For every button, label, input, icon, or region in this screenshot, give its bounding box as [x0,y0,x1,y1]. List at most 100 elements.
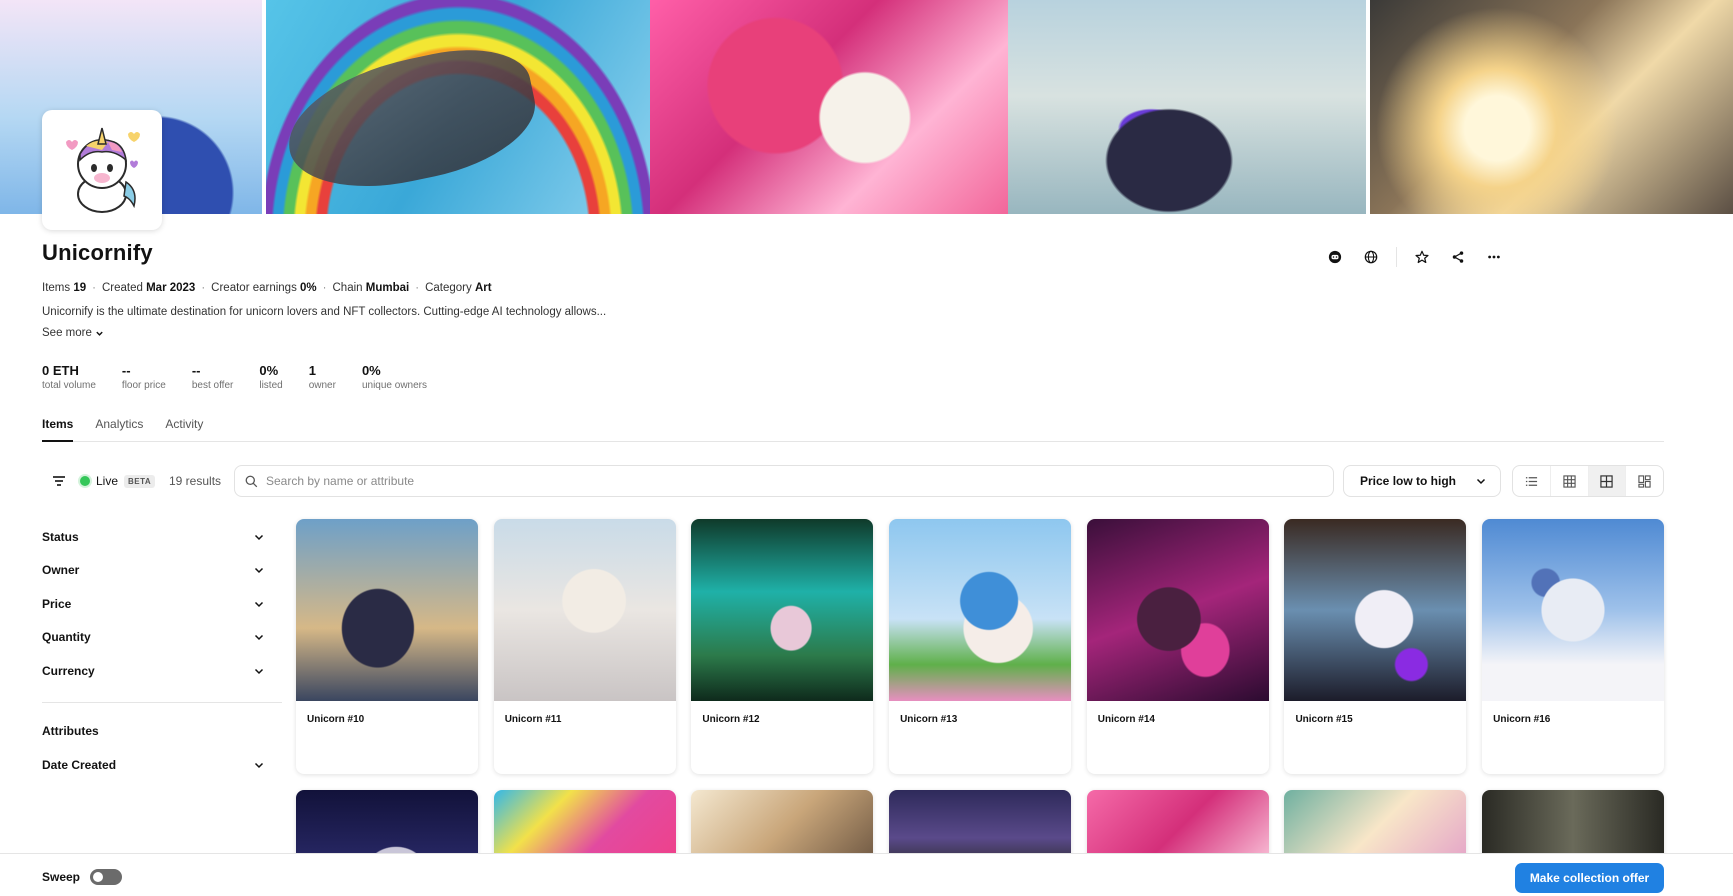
view-mode-switcher [1512,465,1664,497]
meta-separator: · [201,282,206,294]
chevron-down-icon [254,534,264,540]
grid-small-button[interactable] [1551,466,1589,496]
meta-separator: · [415,282,420,294]
make-collection-offer-button[interactable]: Make collection offer [1515,863,1664,893]
header-divider [1396,247,1397,267]
item-card[interactable]: Unicorn #13 [889,519,1072,774]
chevron-down-icon [254,568,264,574]
live-indicator: Live BETA [80,474,156,488]
stat-total-volume: 0 ETH total volume [42,363,96,391]
stat-listed: 0% listed [259,363,283,391]
item-image [1086,519,1269,701]
filter-quantity[interactable]: Quantity [42,621,282,655]
chevron-down-icon [254,762,264,768]
meta-items: Items 19 [42,282,87,294]
list-view-button[interactable] [1513,466,1551,496]
meta-category: Category Art [425,282,492,294]
bottom-action-bar: Sweep Make collection offer [0,853,1733,896]
stat-floor-price: -- floor price [121,363,166,391]
item-image [691,519,874,701]
banner-image-2 [266,0,650,214]
item-name: Unicorn #13 [900,714,958,725]
filter-currency[interactable]: Currency [42,654,282,688]
grid-large-button[interactable] [1626,466,1663,496]
item-card[interactable]: Unicorn #14 [1086,519,1269,774]
collection-avatar [42,110,162,230]
collection-banner [0,0,1733,214]
discord-icon[interactable] [1324,246,1346,268]
filter-toggle-button[interactable] [48,472,70,490]
banner-image-4 [1008,0,1366,214]
chevron-down-icon [96,331,103,336]
item-card[interactable]: Unicorn #10 [296,519,478,774]
filter-status[interactable]: Status [42,520,282,554]
item-image [296,519,478,701]
filter-label: Date Created [42,757,117,772]
item-image [1284,519,1467,701]
see-more-link[interactable]: See more [42,327,104,339]
filter-label: Price [42,596,72,611]
tab-items[interactable]: Items [42,414,74,442]
chevron-down-icon [254,668,264,674]
stat-owner: 1 owner [308,363,336,391]
chevron-down-icon [254,635,264,641]
sweep-label: Sweep [42,870,81,884]
sweep-toggle[interactable] [90,869,123,885]
filter-date-created[interactable]: Date Created [42,748,282,782]
grid-medium-button[interactable] [1588,466,1627,496]
grid-medium-icon [1600,474,1614,488]
filter-label: Currency [42,663,95,678]
collection-stats: 0 ETH total volume -- floor price -- best o… [42,363,453,391]
more-icon[interactable] [1483,246,1505,268]
item-name: Unicorn #15 [1295,714,1353,725]
item-image [889,519,1072,701]
filter-price[interactable]: Price [42,587,282,621]
sidebar-divider [42,701,282,703]
filter-sidebar: Status Owner Price Quantity Currency Att… [42,520,282,782]
stat-best-offer: -- best offer [191,363,234,391]
website-icon[interactable] [1360,246,1382,268]
beta-badge: BETA [124,474,156,488]
meta-created: Created Mar 2023 [101,282,196,294]
grid-small-icon [1562,474,1576,488]
item-name: Unicorn #16 [1493,714,1551,725]
tab-activity[interactable]: Activity [165,414,203,442]
header-actions [1324,246,1505,268]
filter-label: Status [42,529,79,544]
grid-large-icon [1638,474,1651,488]
item-name: Unicorn #12 [702,714,760,725]
sweep-control: Sweep [42,869,123,885]
banner-image-3 [650,0,1008,214]
item-card[interactable]: Unicorn #12 [691,519,874,774]
tab-analytics[interactable]: Analytics [95,414,143,442]
star-icon[interactable] [1411,246,1433,268]
share-icon[interactable] [1447,246,1469,268]
collection-meta: Items 19 · Created Mar 2023 · Creator ea… [42,282,492,294]
filter-attributes[interactable]: Attributes [42,715,282,749]
filter-owner[interactable]: Owner [42,554,282,588]
search-input[interactable] [266,474,1306,488]
search-box [234,465,1334,497]
unicorn-logo-icon [66,127,140,213]
sort-dropdown[interactable]: Price low to high [1343,465,1501,497]
meta-separator: · [322,282,327,294]
sort-value: Price low to high [1360,474,1457,488]
item-card[interactable]: Unicorn #11 [493,519,676,774]
collection-tabs: Items Analytics Activity [42,414,1664,442]
item-card[interactable]: Unicorn #15 [1284,519,1467,774]
meta-earnings: Creator earnings 0% [211,282,317,294]
chevron-down-icon [254,601,264,607]
meta-chain: Chain Mumbai [332,282,410,294]
item-name: Unicorn #11 [504,714,562,725]
filter-label: Attributes [42,724,99,739]
item-image [493,519,676,701]
chevron-down-icon [1476,478,1486,485]
filter-label: Quantity [42,630,91,645]
stat-unique-owners: 0% unique owners [361,363,427,391]
results-count: 19 results [169,474,222,488]
items-grid: Unicorn #10 Unicorn #11 Unicorn #12 Unic… [296,519,1665,774]
item-card[interactable]: Unicorn #16 [1482,519,1665,774]
live-dot-icon [80,476,90,486]
live-label: Live [96,474,119,488]
item-name: Unicorn #14 [1097,714,1155,725]
